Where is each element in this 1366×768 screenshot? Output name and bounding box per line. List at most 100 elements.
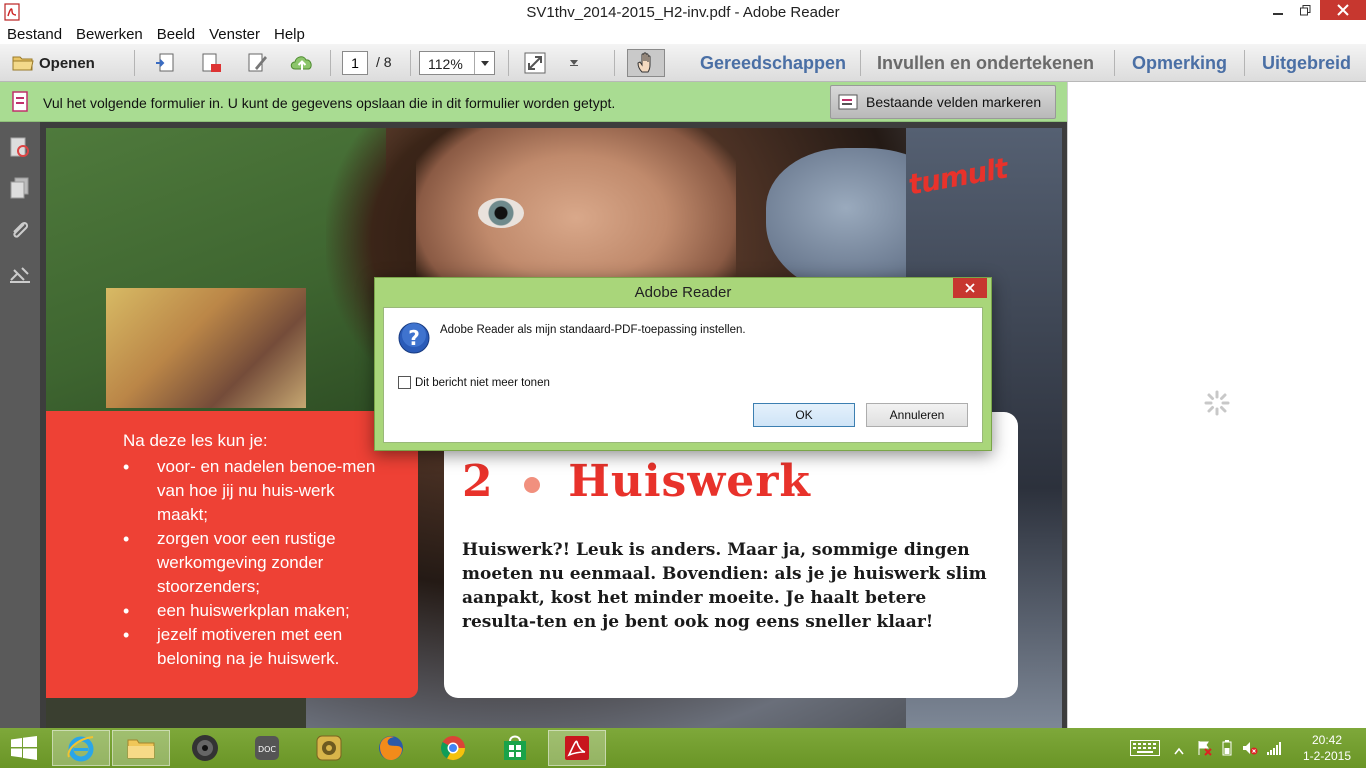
clock-date: 1-2-2015 — [1302, 749, 1352, 763]
gear-icon — [316, 735, 342, 761]
page-thumbnails-icon[interactable] — [8, 136, 32, 165]
menu-bar: Bestand Bewerken Beeld Venster Help — [0, 24, 1366, 44]
close-button[interactable] — [1320, 0, 1366, 20]
system-clock[interactable]: 20:42 1-2-2015 — [1296, 732, 1358, 764]
toolbar-separator — [134, 50, 135, 76]
windows-start-icon[interactable] — [10, 736, 38, 765]
export-pdf-button[interactable] — [199, 50, 223, 76]
list-item: jezelf motiveren met een beloning na je … — [123, 623, 383, 671]
keyboard-icon[interactable] — [1130, 740, 1160, 761]
hand-tool-button[interactable] — [627, 49, 665, 77]
pages-icon[interactable] — [8, 176, 32, 205]
learning-goals-title: Na deze les kun je: — [123, 431, 268, 450]
menu-beeld[interactable]: Beeld — [150, 24, 202, 44]
toolbar-separator — [508, 50, 509, 76]
tab-uitgebreid[interactable]: Uitgebreid — [1262, 53, 1351, 74]
dialog-body: ? Adobe Reader als mijn standaard-PDF-to… — [383, 307, 983, 443]
create-pdf-icon — [156, 53, 174, 72]
tab-gereedschappen[interactable]: Gereedschappen — [700, 53, 846, 74]
menu-bestand[interactable]: Bestand — [0, 24, 69, 44]
taskbar-app-settings[interactable] — [300, 730, 358, 766]
list-item: zorgen voor een rustige werkomgeving zon… — [123, 527, 383, 599]
default-pdf-dialog: Adobe Reader ? Adobe Reader als mijn sta… — [374, 277, 992, 451]
speaker-icon — [192, 735, 218, 761]
toolbar-separator — [860, 50, 861, 76]
taskbar-firefox[interactable] — [362, 730, 420, 766]
chevron-down-icon — [570, 60, 578, 66]
dont-show-again-checkbox[interactable]: Dit bericht niet meer tonen — [398, 376, 550, 389]
volume-muted-icon[interactable] — [1242, 740, 1258, 761]
store-icon — [504, 735, 526, 760]
zoom-value: 112% — [428, 56, 463, 72]
toolbar-separator — [410, 50, 411, 76]
restore-button[interactable] — [1292, 0, 1318, 20]
main-toolbar: Openen 1 / 8 112% Gereedschappen Invulle… — [0, 44, 1366, 82]
minimize-button[interactable] — [1265, 0, 1291, 20]
attachment-icon[interactable] — [8, 218, 32, 247]
more-tools-dropdown[interactable] — [569, 50, 579, 76]
clock-time: 20:42 — [1311, 733, 1343, 747]
dialog-close-button[interactable] — [953, 278, 987, 298]
window-title: SV1thv_2014-2015_H2-inv.pdf - Adobe Read… — [526, 4, 840, 21]
chevron-down-icon[interactable] — [474, 52, 494, 74]
adobe-reader-icon — [565, 736, 589, 760]
upload-button[interactable] — [289, 50, 315, 76]
taskbar-internet-explorer[interactable] — [52, 730, 110, 766]
learning-goals-box: Na deze les kun je: voor- en nadelen ben… — [46, 411, 418, 698]
cover-photo-eye — [478, 198, 524, 228]
signatures-icon[interactable] — [8, 262, 32, 291]
chrome-icon — [440, 736, 465, 761]
menu-help[interactable]: Help — [267, 24, 312, 44]
menu-bewerken[interactable]: Bewerken — [69, 24, 150, 44]
taskbar-file-explorer[interactable] — [112, 730, 170, 766]
edit-document-icon — [248, 53, 267, 72]
open-button-label: Openen — [39, 54, 95, 72]
toolbar-separator — [1114, 50, 1115, 76]
dont-show-again-label: Dit bericht niet meer tonen — [415, 376, 550, 389]
hand-icon — [637, 52, 651, 73]
loading-spinner-icon — [1204, 390, 1230, 421]
form-message: Vul het volgende formulier in. U kunt de… — [43, 95, 616, 111]
doc-icon: DOC — [255, 736, 279, 760]
create-pdf-button[interactable] — [154, 50, 178, 76]
cancel-button[interactable]: Annuleren — [866, 403, 968, 427]
taskbar-media-player[interactable] — [176, 730, 234, 766]
system-tray — [1128, 728, 1288, 768]
chapter-heading: 2 Huiswerk — [462, 456, 811, 507]
page-number-input[interactable]: 1 — [342, 51, 368, 75]
form-icon — [10, 91, 32, 118]
chevron-up-icon[interactable] — [1174, 742, 1184, 760]
list-item: een huiswerkplan maken; — [123, 599, 383, 623]
menu-venster[interactable]: Venster — [202, 24, 267, 44]
internet-explorer-icon — [67, 736, 94, 762]
battery-icon[interactable] — [1222, 740, 1232, 761]
taskbar-store[interactable] — [486, 730, 544, 766]
highlight-fields-button[interactable]: Bestaande velden markeren — [830, 85, 1056, 119]
page-total: / 8 — [376, 54, 392, 70]
taskbar-doc-viewer[interactable]: DOC — [238, 730, 296, 766]
zoom-dropdown[interactable]: 112% — [419, 51, 495, 75]
chapter-number: 2 — [462, 456, 494, 507]
cloud-upload-icon — [290, 56, 312, 70]
sign-button[interactable] — [245, 50, 269, 76]
tab-opmerking[interactable]: Opmerking — [1132, 53, 1227, 74]
question-icon: ? — [398, 322, 430, 359]
form-notification-bar: Vul het volgende formulier in. U kunt de… — [0, 82, 1067, 122]
flag-icon[interactable] — [1196, 740, 1212, 761]
dialog-message: Adobe Reader als mijn standaard-PDF-toep… — [440, 324, 746, 336]
checkbox[interactable] — [398, 376, 411, 389]
form-fields-icon — [838, 94, 858, 110]
folder-icon — [127, 739, 155, 759]
close-icon — [965, 283, 975, 293]
open-button[interactable]: Openen — [12, 50, 95, 76]
chapter-intro-box: 2 Huiswerk Huiswerk?! Leuk is anders. Ma… — [444, 412, 1018, 698]
taskbar-adobe-reader[interactable] — [548, 730, 606, 766]
firefox-icon — [379, 736, 403, 760]
tools-pane — [1067, 82, 1366, 728]
taskbar-chrome[interactable] — [424, 730, 482, 766]
network-signal-icon[interactable] — [1266, 740, 1282, 761]
fit-page-icon — [524, 52, 546, 74]
fit-page-button[interactable] — [523, 50, 547, 76]
tab-invullen-en-ondertekenen[interactable]: Invullen en ondertekenen — [877, 53, 1094, 74]
ok-button[interactable]: OK — [753, 403, 855, 427]
